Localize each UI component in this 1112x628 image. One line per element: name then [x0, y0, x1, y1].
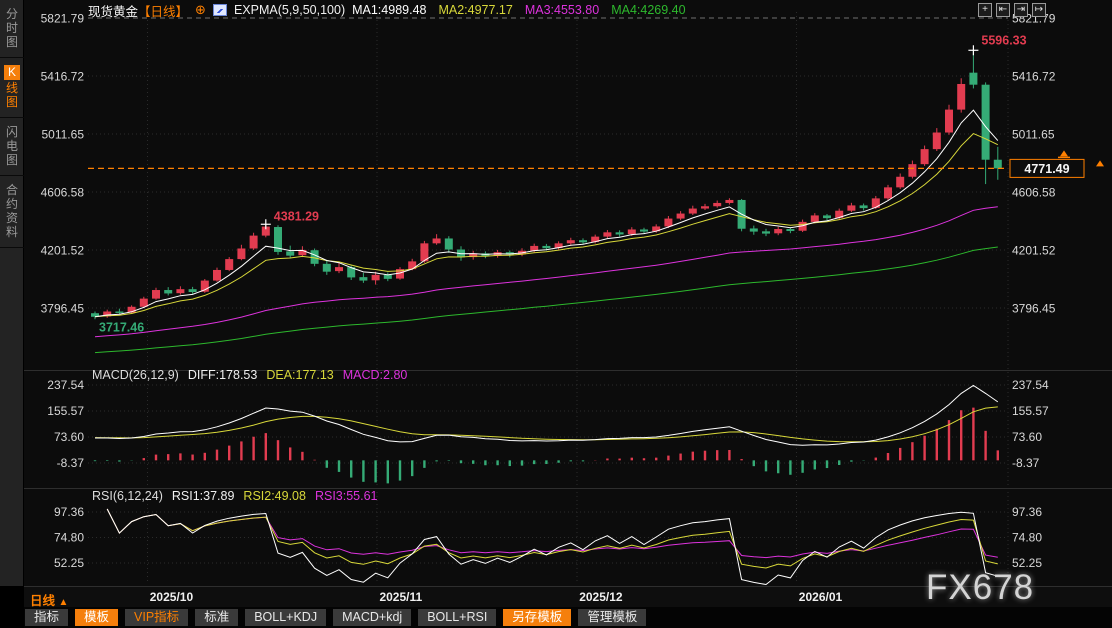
sidebar-footer: [0, 586, 24, 628]
axis-tick-label: 237.54: [47, 378, 84, 392]
sidebar-tab-char: 合: [0, 183, 24, 197]
sidebar-tab-4[interactable]: 合约资料: [0, 176, 24, 248]
sidebar-tab-3[interactable]: 闪电图: [0, 118, 24, 176]
bottom-tab-2[interactable]: 模板: [75, 609, 118, 626]
month-axis-label: 2025/11: [356, 590, 446, 604]
pan-left-icon[interactable]: ⇤: [996, 3, 1010, 17]
axis-tick-label: -8.37: [1012, 456, 1040, 470]
sidebar-tab-char: 分: [0, 7, 24, 21]
axis-tick-label: 3796.45: [41, 301, 85, 315]
macd-indicator-label: MACD(26,12,9): [92, 368, 179, 382]
axis-tick-label: 5416.72: [41, 69, 85, 83]
sidebar: 分时图K线图闪电图合约资料: [0, 0, 24, 628]
sidebar-tab-char: 图: [0, 95, 24, 109]
axis-tick-label: 52.25: [54, 556, 84, 570]
macd-histogram: [95, 408, 998, 484]
sidebar-tab-char: 线: [0, 81, 24, 95]
bottom-tab-7[interactable]: BOLL+RSI: [418, 609, 496, 626]
ma-legend: MA1:4989.48 MA2:4977.17 MA3:4553.80 MA4:426…: [352, 3, 685, 17]
axis-tick-label: 5821.79: [41, 12, 85, 26]
axis-tick-label: 3796.45: [1012, 301, 1056, 315]
shift-right-icon[interactable]: ↦: [1032, 3, 1046, 17]
rsi3-value: RSI3:55.61: [315, 489, 378, 503]
axis-tick-label: 73.60: [1012, 430, 1042, 444]
sidebar-tab-char: 约: [0, 197, 24, 211]
axis-tick-label: 4201.52: [1012, 243, 1056, 257]
pan-right-icon[interactable]: ⇥: [1014, 3, 1028, 17]
macd-dea-value: DEA:177.13: [266, 368, 333, 382]
axis-tick-label: 5011.65: [1012, 127, 1055, 141]
bottom-tab-1[interactable]: 指标: [25, 609, 68, 626]
crosshair-icon[interactable]: +: [978, 3, 992, 17]
sidebar-tab-char: 电: [0, 139, 24, 153]
axis-tick-label: 155.57: [1012, 404, 1049, 418]
chart-app: 4771.495596.334381.293717.465821.795821.…: [0, 0, 1112, 628]
rsi-lines: [107, 509, 998, 585]
axis-tick-label: 237.54: [1012, 378, 1049, 392]
sidebar-tab-char: 图: [0, 35, 24, 49]
rsi2-value: RSI2:49.08: [243, 489, 306, 503]
chart-topbar: 现货黄金【日线】 ⊕ EXPMA(5,9,50,100) MA1:4989.48…: [88, 2, 686, 18]
annotation-label: 4381.29: [274, 209, 319, 223]
macd-lines: [95, 386, 998, 446]
axis-tick-label: 97.36: [1012, 505, 1042, 519]
bottom-tab-6[interactable]: MACD+kdj: [333, 609, 411, 626]
axis-tick-label: -8.37: [57, 456, 85, 470]
chart-tool-icons: + ⇤ ⇥ ↦: [978, 3, 1046, 17]
rsi-indicator-label: RSI(6,12,24): [92, 489, 163, 503]
sidebar-tab-2[interactable]: K线图: [0, 58, 24, 118]
ma4-value: MA4:4269.40: [611, 3, 685, 17]
add-overlay-icon[interactable]: ⊕: [195, 2, 206, 18]
axis-tick-label: 4606.58: [1012, 185, 1056, 199]
annotation-label: 3717.46: [99, 320, 144, 334]
month-axis-label: 2025/12: [556, 590, 646, 604]
axis-tick-label: 97.36: [54, 505, 84, 519]
price-annotations: 5596.33 4381.29 3717.46: [99, 33, 1027, 334]
bottom-toolbar: 指标模板 VIP指标标准 BOLL+KDJ MACD+kdj BOLL+RSI 另存模板管…: [24, 607, 1112, 628]
bottom-tab-5[interactable]: BOLL+KDJ: [245, 609, 326, 626]
chart-canvas[interactable]: 4771.495596.334381.293717.465821.795821.…: [0, 0, 1112, 628]
axis-tick-label: 5416.72: [1012, 69, 1056, 83]
rsi1-value: RSI1:37.89: [172, 489, 235, 503]
axis-tick-label: 74.80: [54, 531, 84, 545]
axis-tick-label: 73.60: [54, 430, 84, 444]
bottom-tab-9[interactable]: 管理模板: [578, 609, 646, 626]
expma-lines: [95, 110, 998, 352]
expma-indicator-label: EXPMA(5,9,50,100): [234, 3, 345, 17]
rsi-header: RSI(6,12,24) RSI1:37.89 RSI2:49.08 RSI3:…: [92, 489, 378, 503]
ma3-value: MA3:4553.80: [525, 3, 599, 17]
axis-tick-label: 4201.52: [41, 243, 85, 257]
symbol-title: 现货黄金: [88, 1, 138, 20]
bottom-tab-8[interactable]: 另存模板: [503, 609, 571, 626]
last-price-line: 4771.49: [88, 150, 1104, 177]
macd-header: MACD(26,12,9) DIFF:178.53 DEA:177.13 MAC…: [92, 368, 407, 382]
month-axis-label: 2026/01: [776, 590, 866, 604]
sidebar-tab-char: 闪: [0, 125, 24, 139]
annotation-label: 5596.33: [981, 33, 1026, 47]
last-price-value: 4771.49: [1024, 162, 1069, 176]
axis-tick-label: 155.57: [47, 404, 84, 418]
bottom-tab-3[interactable]: VIP指标: [125, 609, 188, 626]
axis-tick-label: 4606.58: [41, 185, 85, 199]
timeframe-label: 【日线】: [138, 1, 188, 20]
bottom-tab-4[interactable]: 标准: [195, 609, 238, 626]
ma2-value: MA2:4977.17: [438, 3, 512, 17]
sidebar-tab-char: K: [4, 65, 20, 80]
sidebar-tab-char: 时: [0, 21, 24, 35]
sidebar-tab-char: 图: [0, 153, 24, 167]
sidebar-tab-char: 料: [0, 225, 24, 239]
macd-diff-value: DIFF:178.53: [188, 368, 257, 382]
watermark: FX678: [926, 568, 1034, 608]
indicator-icon[interactable]: [213, 4, 227, 16]
month-axis-label: 2025/10: [126, 590, 216, 604]
axis-tick-label: 5011.65: [42, 127, 85, 141]
sidebar-tab-char: 资: [0, 211, 24, 225]
sidebar-tab-1[interactable]: 分时图: [0, 0, 24, 58]
macd-hist-value: MACD:2.80: [343, 368, 408, 382]
axis-tick-label: 74.80: [1012, 531, 1042, 545]
ma1-value: MA1:4989.48: [352, 3, 426, 17]
